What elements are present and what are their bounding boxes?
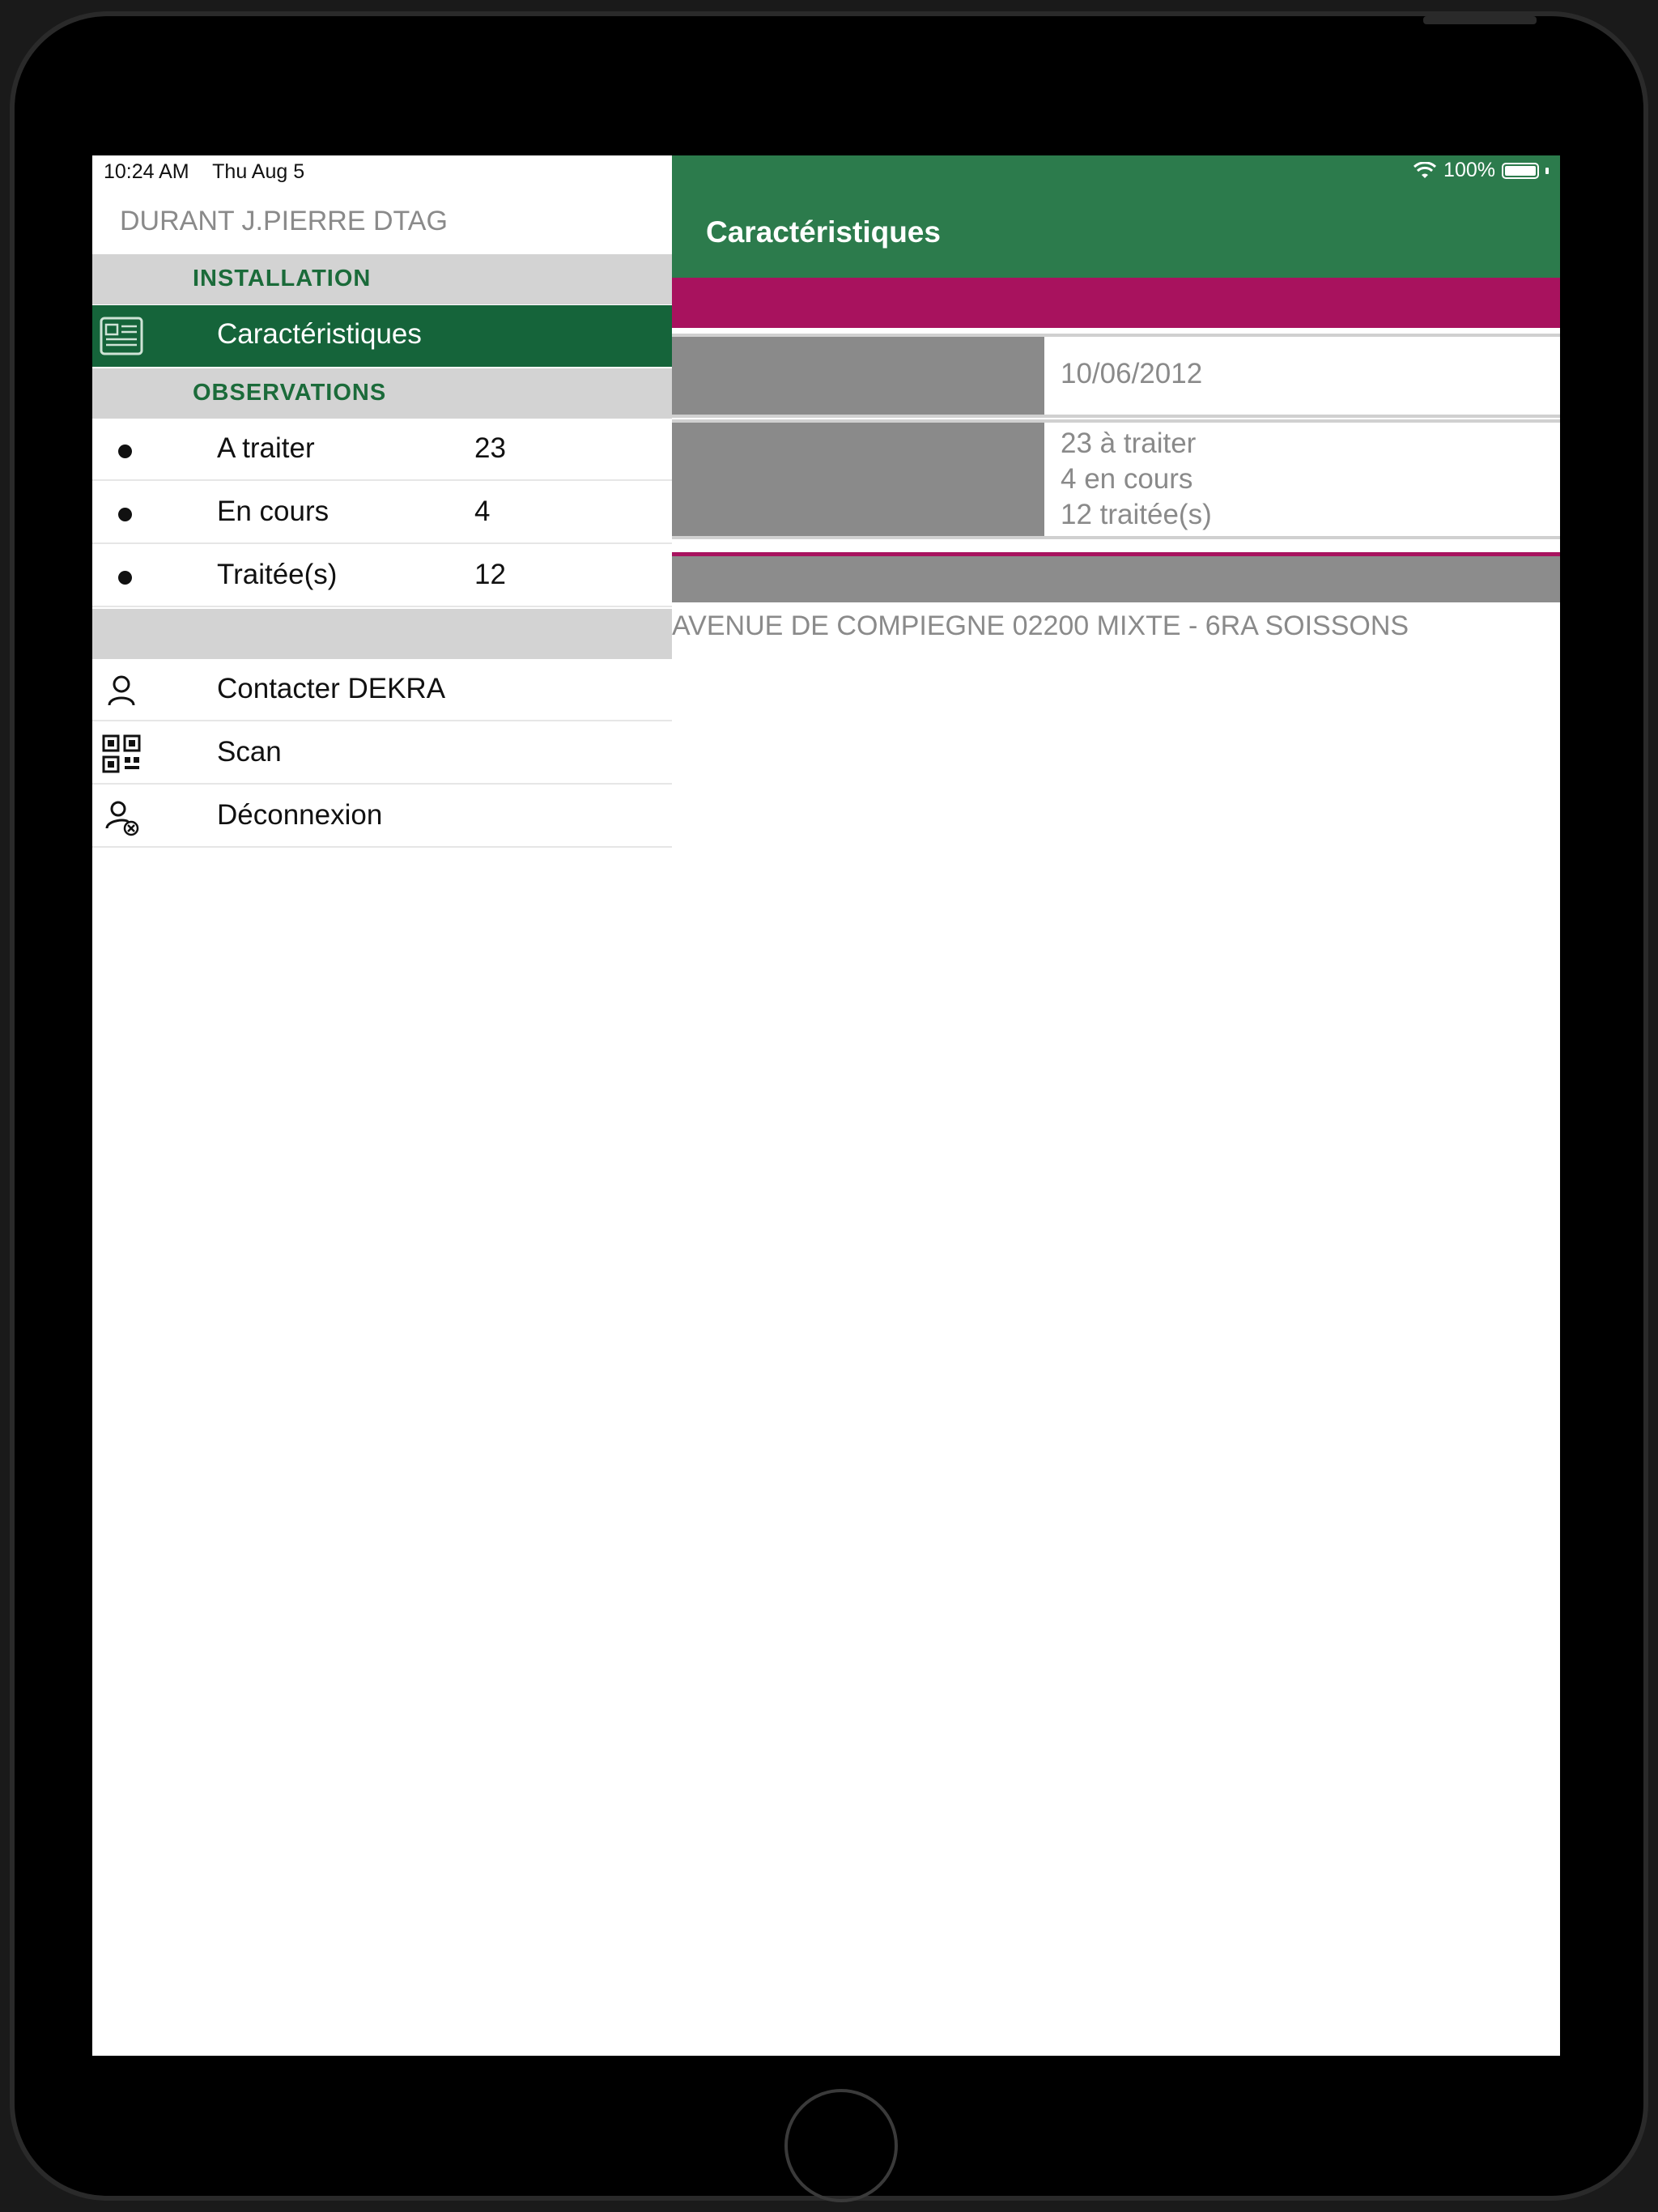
sidebar-item-count: 23 [474,432,506,464]
main-panel: Caractéristiques 10/06/2012 23 à traiter… [672,155,1560,2056]
bullet-icon [118,508,132,521]
date-row: 10/06/2012 [672,334,1560,418]
installation-address: AVENUE DE COMPIEGNE 02200 MIXTE - 6RA SO… [672,610,1409,641]
sidebar-item-label: Contacter DEKRA [217,673,446,704]
user-name: DURANT J.PIERRE DTAG [120,206,448,236]
summary-en-cours: 4 en cours [1061,463,1193,495]
section-observations: OBSERVATIONS [92,368,672,419]
section-observations-label: OBSERVATIONS [193,380,387,406]
bullet-icon [118,445,132,458]
sidebar-item-contacter-dekra[interactable]: Contacter DEKRA [92,660,672,721]
sidebar-item-scan[interactable]: Scan [92,723,672,785]
logout-person-icon [105,801,139,836]
page-title: Caractéristiques [706,215,941,249]
person-icon [108,675,135,706]
sidebar-item-label: Caractéristiques [217,318,422,350]
status-time: 10:24 AM [104,160,189,183]
sidebar-item-count: 4 [474,496,491,527]
summary-traitees: 12 traitée(s) [1061,499,1212,530]
section-installation: INSTALLATION [92,254,672,304]
status-bar-left: 10:24 AM Thu Aug 5 [104,160,322,184]
sidebar-item-label: En cours [217,496,329,527]
section-installation-label: INSTALLATION [193,266,372,291]
observations-summary: 23 à traiter 4 en cours 12 traitée(s) [1061,426,1212,533]
observations-row-label [672,423,1044,536]
sidebar-item-en-cours[interactable]: En cours 4 [92,483,672,544]
screen: 10:24 AM Thu Aug 5 100% DURANT J.PIERRE … [92,155,1560,2056]
sidebar-item-label: Scan [217,736,282,768]
sidebar-item-count: 12 [474,559,506,590]
observations-row: 23 à traiter 4 en cours 12 traitée(s) [672,419,1560,539]
sidebar-item-label: Déconnexion [217,799,383,831]
date-value: 10/06/2012 [1061,358,1203,389]
sidebar-item-label: A traiter [217,432,315,464]
sidebar-item-traitees[interactable]: Traitée(s) 12 [92,546,672,607]
summary-a-traiter: 23 à traiter [1061,428,1197,459]
wifi-icon [1414,161,1437,178]
date-row-label [672,337,1044,415]
sidebar: DURANT J.PIERRE DTAG INSTALLATION Caract… [92,155,672,2056]
id-card-icon [100,317,143,355]
bullet-icon [118,571,132,585]
battery-icon [1502,162,1539,179]
sidebar-item-deconnexion[interactable]: Déconnexion [92,786,672,848]
home-button[interactable] [784,2089,898,2202]
sidebar-item-caracteristiques[interactable]: Caractéristiques [92,305,672,367]
sidebar-item-a-traiter[interactable]: A traiter 23 [92,419,672,481]
battery-percent: 100% [1443,159,1495,181]
sidebar-item-label: Traitée(s) [217,559,338,590]
accent-band [672,278,1560,328]
qr-code-icon [102,734,141,773]
status-bar-right: 100% [1413,159,1549,182]
device-side-button [1423,16,1537,24]
address-header-bar [672,552,1560,602]
status-date: Thu Aug 5 [212,160,305,183]
section-spacer [92,609,672,659]
